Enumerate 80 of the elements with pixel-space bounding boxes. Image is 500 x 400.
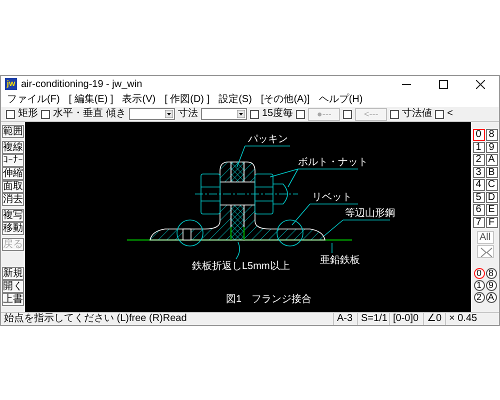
layer-button[interactable]: C (486, 179, 498, 191)
field-label: 傾き (106, 109, 126, 120)
layer-button[interactable]: 7 (472, 216, 485, 228)
drawing-label: ボルト・ナット (298, 157, 368, 168)
layer-group-button[interactable]: 9 (486, 280, 497, 292)
checkbox[interactable] (296, 110, 306, 119)
maximize-icon[interactable] (439, 80, 448, 89)
layer-group-button[interactable]: 8 (486, 268, 497, 280)
layer-button[interactable]: 5 (472, 192, 485, 204)
dropdown-field[interactable] (201, 108, 247, 120)
checkbox[interactable] (6, 110, 15, 119)
layer-button[interactable]: B (486, 166, 498, 178)
checkbox-label: 15度毎 (262, 109, 294, 120)
tool-button[interactable]: 面取 (2, 180, 24, 194)
dropdown-field[interactable] (129, 108, 175, 120)
layer-group-button[interactable]: 0 (474, 268, 485, 280)
layer-button[interactable]: A (486, 154, 498, 166)
leader-line (324, 220, 390, 237)
tool-button[interactable]: 新規 (2, 267, 24, 280)
tool-button[interactable]: 上書 (2, 293, 24, 306)
menu-item[interactable]: [その他(A)] (260, 94, 310, 105)
all-layers-button[interactable]: All (476, 231, 494, 244)
layer-button[interactable]: 2 (472, 154, 485, 166)
tool-button[interactable]: 範囲 (2, 125, 24, 138)
layer-group-button[interactable]: 1 (474, 280, 485, 292)
tool-button[interactable]: 消去 (2, 193, 24, 206)
checkbox-label: 矩形 (18, 109, 38, 120)
layer-button[interactable]: 6 (472, 204, 485, 216)
status-field: [0-0]0 (389, 313, 423, 325)
menu-item[interactable]: 表示(V) (122, 94, 156, 105)
checkbox-label: < (447, 109, 453, 120)
checkbox[interactable] (390, 110, 400, 119)
window-title: air-conditioning-19 - jw_win (21, 78, 144, 92)
figure-caption: 図1 フランジ接合 (226, 294, 312, 306)
swap-icon[interactable] (476, 245, 494, 258)
menu-item[interactable]: ヘルプ(H) (318, 94, 363, 105)
drawing-label: 鉄板折返しL5mm以上 (192, 261, 290, 272)
field-label: 寸法 (178, 109, 198, 120)
status-field: ∠0 (423, 313, 445, 325)
dropdown-arrow-icon[interactable] (237, 110, 245, 118)
status-field: × 0.45 (445, 313, 485, 325)
layer-button[interactable]: F (486, 216, 498, 228)
leader-line (236, 242, 240, 260)
drawing-label: 亜鉛鉄板 (320, 255, 360, 266)
drawing-label: パッキン (248, 134, 288, 146)
tool-button[interactable]: 伸縮 (2, 167, 24, 180)
status-field: A-3 (333, 313, 357, 325)
tool-button[interactable]: 複線 (2, 141, 24, 154)
layer-button[interactable]: 4 (472, 179, 485, 191)
layer-group-button[interactable]: 2 (474, 292, 485, 304)
drawing-label: リベット (312, 192, 352, 204)
status-message: 始点を指示してください (L)free (R)Read (3, 314, 188, 324)
layer-button[interactable]: 0 (472, 129, 485, 141)
checkbox-label: 水平・垂直 (53, 109, 103, 120)
layer-button[interactable]: 3 (472, 166, 485, 178)
checkbox[interactable] (435, 110, 444, 119)
tool-button[interactable]: 移動 (2, 222, 24, 236)
layer-group-button[interactable]: A (486, 292, 497, 304)
menu-item[interactable]: [ 作図(D) ] (164, 94, 210, 105)
layer-button[interactable]: D (486, 192, 498, 204)
checkbox-label: 寸法値 (402, 109, 432, 120)
dropdown-arrow-icon[interactable] (165, 110, 173, 118)
menu-item[interactable]: 設定(S) (218, 94, 252, 105)
tool-button[interactable]: 開く (2, 280, 24, 294)
layer-button[interactable]: 8 (486, 129, 498, 141)
menu-item[interactable]: ファイル(F) (7, 94, 60, 105)
app-logo: jw (5, 78, 17, 90)
checkbox[interactable] (41, 110, 50, 119)
minimize-icon[interactable] (402, 84, 411, 85)
tool-button[interactable]: 複写 (2, 209, 24, 222)
layer-button[interactable]: 1 (472, 142, 485, 154)
menu-item[interactable]: [ 編集(E) ] (68, 94, 114, 105)
layer-button[interactable]: 9 (486, 142, 498, 154)
drawing-label: 等辺山形鋼 (344, 208, 395, 220)
checkbox[interactable] (343, 110, 352, 119)
checkbox[interactable] (250, 110, 259, 119)
close-icon[interactable] (476, 80, 485, 89)
layer-button[interactable]: E (486, 204, 498, 216)
status-field: S=1/1 (357, 313, 389, 325)
tool-button[interactable]: ｺｰﾅｰ (2, 154, 24, 168)
